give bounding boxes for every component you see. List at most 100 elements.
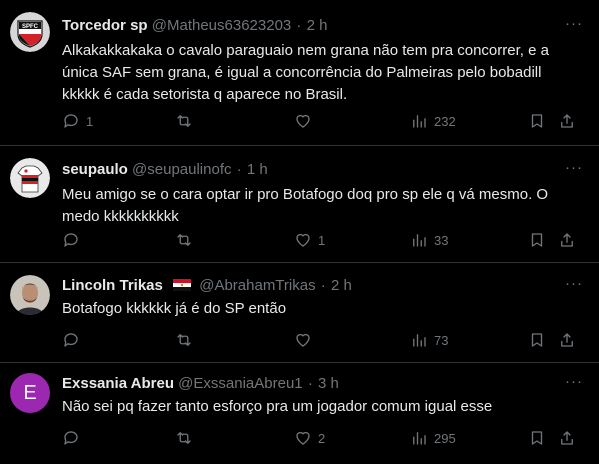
action-bar: 1 232 — [62, 112, 583, 132]
bookmark-button[interactable] — [528, 231, 546, 249]
spfc-jersey-icon — [10, 158, 50, 198]
reply-button[interactable] — [62, 331, 86, 349]
man-photo-icon — [10, 275, 50, 315]
like-button[interactable] — [294, 112, 318, 130]
like-button[interactable]: 2 — [294, 429, 325, 447]
bookmark-icon — [531, 233, 543, 247]
display-name[interactable]: seupaulo — [62, 161, 128, 178]
reply-button[interactable] — [62, 429, 86, 447]
avatar[interactable]: E — [10, 373, 50, 413]
egypt-flag-icon — [173, 279, 192, 291]
svg-text:SPFC: SPFC — [22, 24, 39, 30]
share-button[interactable] — [558, 429, 576, 447]
separator: · — [307, 375, 313, 392]
timestamp[interactable]: 2 h — [307, 17, 328, 34]
share-icon — [561, 431, 573, 445]
like-count: 2 — [318, 430, 326, 446]
heart-icon — [296, 333, 310, 347]
views-button[interactable]: 232 — [410, 112, 456, 130]
share-button[interactable] — [558, 331, 576, 349]
retweet-button[interactable] — [175, 429, 199, 447]
views-count: 295 — [434, 430, 456, 446]
share-icon — [561, 233, 573, 247]
handle[interactable]: @AbrahamTrikas — [199, 277, 315, 294]
retweet-icon — [177, 432, 191, 444]
retweet-button[interactable] — [175, 331, 199, 349]
tweet-text: Botafogo kkkkkk já é do SP então — [62, 300, 287, 317]
views-button[interactable]: 73 — [410, 331, 448, 349]
tweet-text: Alkakakkakaka o cavalo paraguaio nem gra… — [62, 42, 549, 103]
tweet-text: Não sei pq fazer tanto esforço pra um jo… — [62, 398, 493, 415]
display-name[interactable]: Exssania Abreu — [62, 375, 174, 392]
timestamp[interactable]: 2 h — [331, 277, 352, 294]
tweet-header: Torcedor sp @Matheus63623203 · 2 h — [62, 17, 327, 35]
share-icon — [561, 114, 573, 128]
separator: · — [296, 17, 302, 34]
handle[interactable]: @seupaulinofc — [132, 161, 231, 178]
views-icon — [413, 115, 426, 128]
bookmark-button[interactable] — [528, 429, 546, 447]
tweet[interactable]: E Exssania Abreu @ExssaniaAbreu1 · 3 h ·… — [0, 363, 599, 464]
spfc-logo-icon: SPFC — [10, 12, 50, 52]
views-icon — [413, 432, 426, 445]
tweet[interactable]: seupaulo @seupaulinofc · 1 h ··· Meu ami… — [0, 146, 599, 263]
like-button[interactable]: 1 — [294, 231, 325, 249]
display-name[interactable]: Torcedor sp — [62, 17, 148, 34]
heart-icon — [296, 233, 310, 247]
reply-icon — [64, 431, 78, 445]
reply-icon — [64, 333, 78, 347]
action-bar: 1 33 — [62, 231, 583, 251]
retweet-button[interactable] — [175, 112, 199, 130]
separator: · — [236, 161, 242, 178]
display-name[interactable]: Lincoln Trikas — [62, 277, 163, 294]
more-options-icon[interactable]: ··· — [565, 275, 583, 292]
timestamp[interactable]: 1 h — [247, 161, 268, 178]
views-icon — [413, 234, 426, 247]
like-button[interactable] — [294, 331, 318, 349]
tweet-header: Lincoln Trikas @AbrahamTrikas · 2 h — [62, 277, 352, 295]
avatar[interactable]: SPFC — [10, 12, 50, 52]
reply-icon — [64, 233, 78, 247]
tweet[interactable]: Lincoln Trikas @AbrahamTrikas · 2 h ··· … — [0, 263, 599, 363]
action-bar: 2 295 — [62, 429, 583, 449]
views-button[interactable]: 295 — [410, 429, 456, 447]
bookmark-button[interactable] — [528, 112, 546, 130]
bookmark-icon — [531, 333, 543, 347]
reply-button[interactable]: 1 — [62, 112, 93, 130]
more-options-icon[interactable]: ··· — [565, 15, 583, 32]
reply-button[interactable] — [62, 231, 86, 249]
retweet-button[interactable] — [175, 231, 199, 249]
share-button[interactable] — [558, 231, 576, 249]
separator: · — [320, 277, 326, 294]
avatar[interactable] — [10, 158, 50, 198]
bookmark-icon — [531, 114, 543, 128]
avatar-letter: E — [23, 381, 37, 404]
tweet-text: Meu amigo se o cara optar ir pro Botafog… — [62, 186, 549, 225]
bookmark-button[interactable] — [528, 331, 546, 349]
share-button[interactable] — [558, 112, 576, 130]
action-bar: 73 — [62, 331, 583, 351]
reply-icon — [64, 114, 78, 128]
tweet[interactable]: SPFC Torcedor sp @Matheus63623203 · 2 h … — [0, 0, 599, 146]
heart-icon — [296, 114, 310, 128]
retweet-icon — [177, 115, 191, 127]
reply-count: 1 — [86, 113, 94, 129]
views-icon — [413, 334, 426, 347]
views-count: 73 — [434, 332, 449, 348]
handle[interactable]: @ExssaniaAbreu1 — [178, 375, 302, 392]
heart-icon — [296, 431, 310, 445]
bookmark-icon — [531, 431, 543, 445]
views-button[interactable]: 33 — [410, 231, 448, 249]
retweet-icon — [177, 334, 191, 346]
tweet-header: seupaulo @seupaulinofc · 1 h — [62, 161, 268, 179]
retweet-icon — [177, 234, 191, 246]
views-count: 232 — [434, 113, 456, 129]
tweet-header: Exssania Abreu @ExssaniaAbreu1 · 3 h — [62, 375, 339, 393]
views-count: 33 — [434, 232, 449, 248]
handle[interactable]: @Matheus63623203 — [152, 17, 292, 34]
timestamp[interactable]: 3 h — [318, 375, 339, 392]
avatar[interactable] — [10, 275, 50, 315]
share-icon — [561, 333, 573, 347]
more-options-icon[interactable]: ··· — [565, 373, 583, 390]
more-options-icon[interactable]: ··· — [565, 159, 583, 176]
